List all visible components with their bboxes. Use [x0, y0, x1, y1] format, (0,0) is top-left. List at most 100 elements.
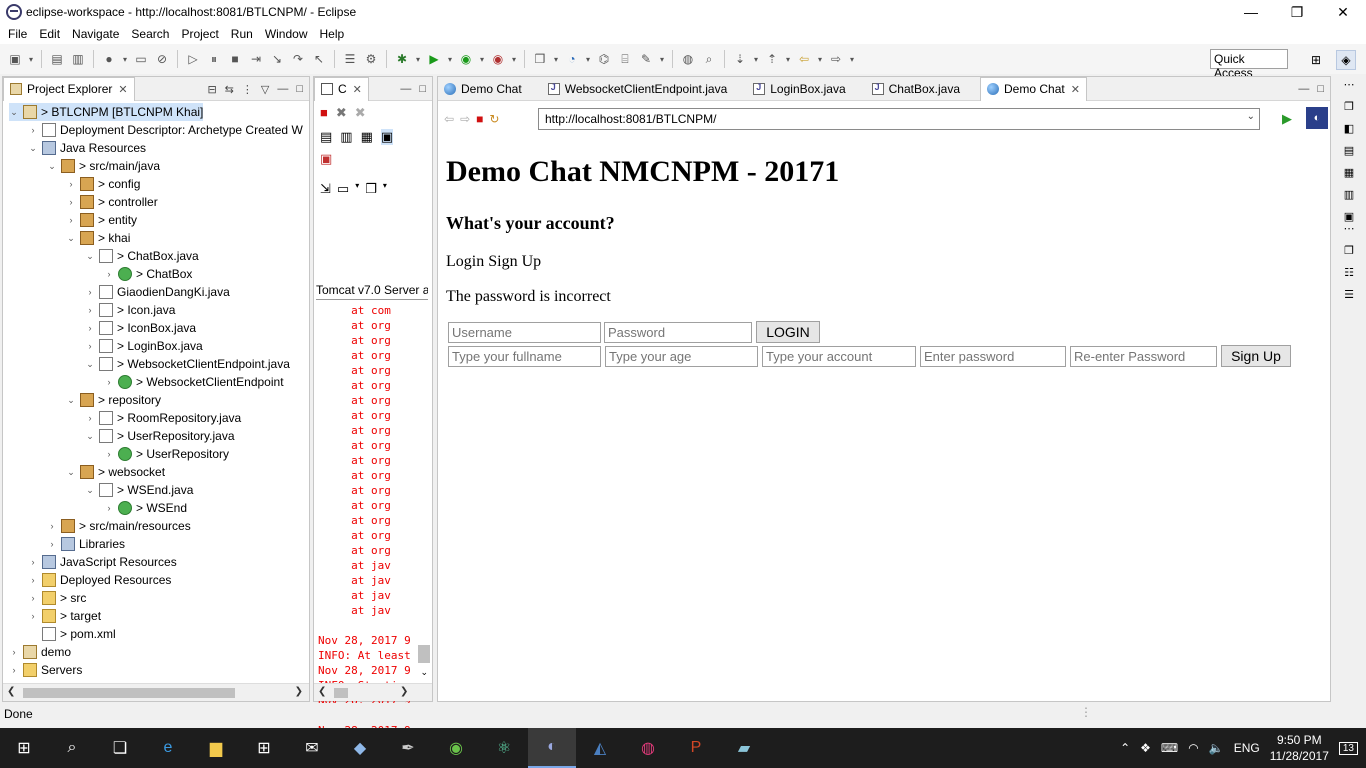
- tree-item[interactable]: ⌄ > WebsocketClientEndpoint.java: [85, 355, 290, 373]
- notifications-icon[interactable]: 13: [1338, 741, 1358, 755]
- login-signup-links[interactable]: Login Sign Up: [446, 253, 541, 271]
- expand-toggle-icon[interactable]: ⌄: [66, 395, 76, 406]
- password-input[interactable]: Password: [604, 322, 752, 343]
- utorrent-icon[interactable]: ◉: [432, 728, 480, 768]
- tab-project-explorer[interactable]: Project Explorer ✕: [3, 76, 135, 101]
- resume-icon[interactable]: ▷: [184, 50, 202, 68]
- ime-icon[interactable]: ⌨: [1161, 741, 1178, 755]
- close-icon[interactable]: ✕: [353, 83, 362, 96]
- mail-icon[interactable]: ✉: [288, 728, 336, 768]
- console-horizontal-scrollbar[interactable]: ❮ ❯: [314, 683, 432, 701]
- pen-icon[interactable]: ✒: [384, 728, 432, 768]
- menu-window[interactable]: Window: [259, 27, 314, 41]
- run-dropdown-icon[interactable]: ▾: [446, 50, 454, 68]
- scroll-thumb[interactable]: [334, 688, 348, 698]
- new-class-icon[interactable]: ◔: [563, 50, 581, 68]
- debug-icon[interactable]: ✱: [393, 50, 411, 68]
- tree-item[interactable]: › Libraries: [47, 535, 125, 553]
- tree-item[interactable]: › GiaodienDangKi.java: [85, 283, 230, 301]
- powerpoint-icon[interactable]: P: [672, 728, 720, 768]
- clear-console-icon[interactable]: ▤: [320, 129, 332, 145]
- expand-toggle-icon[interactable]: ⌄: [85, 359, 95, 370]
- hierarchy-icon[interactable]: ☷: [1341, 266, 1357, 282]
- editor-tab[interactable]: ChatBox.java: [866, 77, 966, 101]
- tree-item[interactable]: › > IconBox.java: [85, 319, 196, 337]
- expand-toggle-icon[interactable]: ⌄: [66, 233, 76, 244]
- expand-toggle-icon[interactable]: ›: [28, 125, 38, 135]
- tree-item[interactable]: ⌄ > ChatBox.java: [85, 247, 199, 265]
- tree-item[interactable]: › > controller: [66, 193, 158, 211]
- expand-toggle-icon[interactable]: ›: [85, 341, 95, 351]
- close-button[interactable]: ✕: [1320, 0, 1366, 24]
- new-server-dropdown-icon[interactable]: ▾: [552, 50, 560, 68]
- server-icon[interactable]: ⚙: [362, 50, 380, 68]
- expand-toggle-icon[interactable]: ›: [85, 287, 95, 297]
- step-over-icon[interactable]: ↷: [289, 50, 307, 68]
- tree-item[interactable]: › Servers: [9, 661, 82, 679]
- tree-item[interactable]: › > WSEnd: [104, 499, 187, 517]
- step-return-icon[interactable]: ↖: [310, 50, 328, 68]
- prev-annotation-dropdown-icon[interactable]: ▾: [784, 50, 792, 68]
- minimize-button[interactable]: —: [1228, 0, 1274, 24]
- signup-password-input[interactable]: Enter password: [920, 346, 1066, 367]
- maximize-button[interactable]: ❐: [1274, 0, 1320, 24]
- skip-breakpoints-icon[interactable]: ⊘: [153, 50, 171, 68]
- menu-search[interactable]: Search: [125, 27, 175, 41]
- tree-item[interactable]: › > src: [28, 589, 86, 607]
- close-icon[interactable]: ✕: [118, 83, 127, 96]
- scroll-thumb[interactable]: [23, 688, 235, 698]
- expand-toggle-icon[interactable]: ›: [104, 269, 114, 279]
- tree-item[interactable]: › > target: [28, 607, 101, 625]
- expand-toggle-icon[interactable]: ⌄: [85, 485, 95, 496]
- back-icon[interactable]: ⇦: [444, 112, 454, 126]
- open-perspective-icon[interactable]: ⊞: [1306, 50, 1326, 70]
- expand-toggle-icon[interactable]: ›: [28, 575, 38, 585]
- menu-edit[interactable]: Edit: [33, 27, 66, 41]
- atom-icon[interactable]: ⚛: [480, 728, 528, 768]
- terminal-icon[interactable]: ▭: [132, 50, 150, 68]
- expand-toggle-icon[interactable]: ›: [85, 323, 95, 333]
- tree-item[interactable]: ⌄ > BTLCNPM [BTLCNPM Khai]: [9, 103, 204, 121]
- prev-annotation-icon[interactable]: ⇡: [763, 50, 781, 68]
- save-icon[interactable]: ▤: [48, 50, 66, 68]
- restore-icon[interactable]: ❐: [1341, 100, 1357, 116]
- notes-icon[interactable]: ☰: [1341, 288, 1357, 304]
- account-input[interactable]: Type your account: [762, 346, 916, 367]
- open-folder-icon[interactable]: ⌸: [616, 50, 634, 68]
- expand-toggle-icon[interactable]: ›: [104, 449, 114, 459]
- url-bar[interactable]: http://localhost:8081/BTLCNPM/ ⌄: [538, 108, 1260, 130]
- dropbox-icon[interactable]: ❖: [1140, 741, 1151, 755]
- tree-item[interactable]: ⌄ Java Resources: [28, 139, 146, 157]
- maximize-view-icon[interactable]: □: [1317, 83, 1324, 95]
- age-input[interactable]: Type your age: [605, 346, 758, 367]
- expand-toggle-icon[interactable]: ⌄: [47, 161, 57, 172]
- tree-item[interactable]: › > entity: [66, 211, 137, 229]
- open-task-dropdown-icon[interactable]: ▾: [658, 50, 666, 68]
- account-icon[interactable]: ●: [100, 50, 118, 68]
- fullname-input[interactable]: Type your fullname: [448, 346, 601, 367]
- expand-toggle-icon[interactable]: ›: [28, 611, 38, 621]
- expand-toggle-icon[interactable]: ›: [104, 377, 114, 387]
- restore-icon[interactable]: ❐: [1341, 244, 1357, 260]
- task-view-icon[interactable]: ❏: [96, 728, 144, 768]
- next-annotation-icon[interactable]: ⇣: [731, 50, 749, 68]
- scroll-down-icon[interactable]: ⌄: [420, 667, 428, 678]
- edge-icon[interactable]: e: [144, 728, 192, 768]
- expand-toggle-icon[interactable]: ›: [66, 215, 76, 225]
- coverage-dropdown-icon[interactable]: ▾: [478, 50, 486, 68]
- tree-item[interactable]: › > LoginBox.java: [85, 337, 203, 355]
- tree-item[interactable]: ⌄ > khai: [66, 229, 130, 247]
- volume-icon[interactable]: 🔈: [1209, 741, 1224, 755]
- tree-item[interactable]: ⌄ > UserRepository.java: [85, 427, 235, 445]
- expand-toggle-icon[interactable]: ›: [85, 305, 95, 315]
- tree-item[interactable]: ⌄ > websocket: [66, 463, 165, 481]
- maximize-view-icon[interactable]: □: [419, 83, 426, 95]
- quick-access-input[interactable]: Quick Access: [1210, 49, 1288, 80]
- new-console-dropdown-icon[interactable]: ▾: [383, 181, 387, 197]
- tree-item[interactable]: › demo: [9, 643, 71, 661]
- maximize-view-icon[interactable]: □: [296, 83, 303, 95]
- step-into-icon[interactable]: ↘: [268, 50, 286, 68]
- stop-icon[interactable]: ■: [476, 112, 483, 126]
- expand-toggle-icon[interactable]: ›: [47, 539, 57, 549]
- task-icon[interactable]: ☰: [341, 50, 359, 68]
